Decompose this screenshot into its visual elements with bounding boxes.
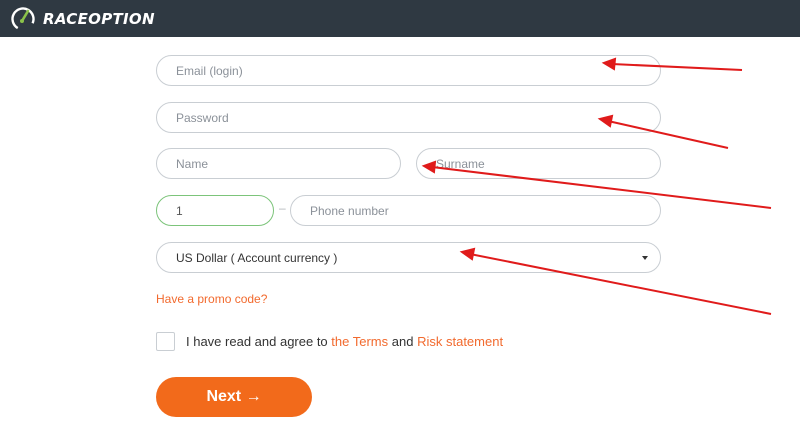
top-bar: RACEOPTION bbox=[0, 0, 800, 37]
logo-text-option: OPTION bbox=[88, 10, 155, 28]
currency-selected-value: US Dollar ( Account currency ) bbox=[176, 251, 338, 265]
logo-text-race: RACE bbox=[43, 10, 89, 28]
email-field[interactable] bbox=[156, 55, 661, 86]
terms-agreement: I have read and agree to the Terms and R… bbox=[186, 334, 503, 349]
password-field[interactable] bbox=[156, 102, 661, 133]
terms-checkbox[interactable] bbox=[156, 332, 175, 351]
password-input[interactable] bbox=[157, 103, 660, 132]
phone-number-input[interactable] bbox=[291, 196, 660, 225]
phone-code-field[interactable] bbox=[156, 195, 274, 226]
phone-number-field[interactable] bbox=[290, 195, 661, 226]
terms-and-text: and bbox=[391, 334, 414, 349]
promo-code-link[interactable]: Have a promo code? bbox=[156, 292, 267, 306]
caret-down-icon bbox=[642, 256, 648, 260]
name-field[interactable] bbox=[156, 148, 401, 179]
email-input[interactable] bbox=[157, 56, 660, 85]
next-button[interactable]: Next → bbox=[156, 377, 312, 417]
logo[interactable]: RACEOPTION bbox=[10, 6, 155, 32]
phone-code-input[interactable] bbox=[157, 196, 273, 225]
risk-statement-link[interactable]: Risk statement bbox=[417, 334, 503, 349]
surname-input[interactable] bbox=[417, 149, 660, 178]
raceoption-logo-icon bbox=[11, 7, 35, 31]
name-input[interactable] bbox=[157, 149, 400, 178]
phone-separator: – bbox=[279, 201, 286, 215]
currency-select[interactable]: US Dollar ( Account currency ) bbox=[156, 242, 661, 273]
terms-text: I have read and agree to bbox=[186, 334, 328, 349]
surname-field[interactable] bbox=[416, 148, 661, 179]
terms-link[interactable]: the Terms bbox=[331, 334, 388, 349]
logo-text: RACEOPTION bbox=[43, 10, 155, 28]
